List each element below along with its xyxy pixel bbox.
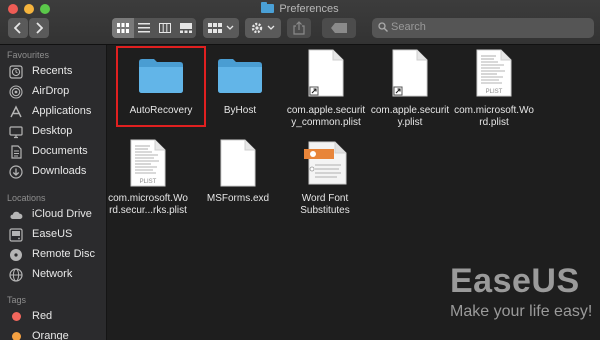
- action-menu-button[interactable]: [245, 18, 281, 38]
- share-icon: [293, 21, 305, 35]
- sidebar-item-label: AirDrop: [32, 85, 70, 97]
- file-name: com.microsoft.Wo rd.secur...rks.plist: [108, 193, 188, 216]
- sidebar-item-desktop[interactable]: Desktop: [7, 123, 105, 141]
- desktop-icon: [9, 126, 23, 139]
- cloud-icon: [10, 211, 23, 219]
- word-template-icon: [304, 141, 347, 185]
- group-by-button[interactable]: [203, 18, 239, 38]
- file-name: com.microsoft.Wo rd.plist: [454, 105, 534, 128]
- window-title-text: Preferences: [279, 3, 339, 15]
- alias-document-icon: [308, 49, 344, 97]
- disc-icon: [10, 249, 22, 261]
- watermark-brand: EaseUS: [450, 262, 580, 300]
- sidebar-item-label: Recents: [32, 65, 73, 77]
- gear-icon: [251, 22, 275, 34]
- column-view-button[interactable]: [154, 18, 176, 38]
- svg-text:PLIST: PLIST: [140, 179, 157, 185]
- sidebar-item-icloud-drive[interactable]: iCloud Drive: [7, 206, 105, 224]
- folder-icon: [261, 2, 275, 13]
- sidebar: Favourites Recents AirDrop Applications …: [0, 45, 107, 340]
- search-input[interactable]: Search: [372, 18, 594, 38]
- sidebar-item-easeus[interactable]: EaseUS: [7, 226, 105, 244]
- tag-icon: [331, 23, 347, 33]
- svg-text:PLIST: PLIST: [486, 89, 503, 95]
- globe-icon: [9, 268, 23, 282]
- hard-drive-icon: [9, 228, 23, 242]
- share-button[interactable]: [287, 18, 311, 38]
- chevron-left-icon: [14, 22, 21, 34]
- sidebar-item-label: iCloud Drive: [32, 208, 92, 220]
- sidebar-item-downloads[interactable]: Downloads: [7, 163, 105, 181]
- red-tag-dot-icon: [12, 312, 21, 321]
- list-icon: [138, 23, 150, 33]
- sidebar-item-applications[interactable]: Applications: [7, 103, 105, 121]
- favourites-header: Favourites: [7, 50, 50, 60]
- file-item-msforms-exd[interactable]: MSForms.exd: [188, 139, 288, 219]
- airdrop-icon: [9, 85, 23, 99]
- file-item-microsoft-word-security-plist[interactable]: PLIST com.microsoft.Wo rd.secur...rks.pli…: [98, 139, 198, 219]
- forward-button[interactable]: [29, 18, 49, 38]
- locations-header: Locations: [7, 193, 46, 203]
- group-grid-icon: [208, 23, 234, 33]
- clock-icon: [9, 65, 23, 79]
- file-item-microsoft-word-plist[interactable]: PLIST com.microsoft.Wo rd.plist: [444, 49, 544, 134]
- file-name: Word Font Substitutes: [300, 193, 350, 216]
- grid-icon: [117, 23, 129, 33]
- plist-document-icon: PLIST: [476, 49, 512, 97]
- sidebar-item-label: Network: [32, 268, 73, 280]
- document-icon: [11, 145, 22, 159]
- sidebar-item-network[interactable]: Network: [7, 266, 105, 284]
- sidebar-item-remote-disc[interactable]: Remote Disc: [7, 246, 105, 264]
- file-name: MSForms.exd: [206, 193, 270, 204]
- window-title: Preferences: [0, 2, 600, 15]
- file-name: ByHost: [223, 105, 257, 116]
- easeus-watermark: EaseUS Make your life easy!: [450, 262, 592, 320]
- sidebar-item-airdrop[interactable]: AirDrop: [7, 83, 105, 101]
- folder-icon: [218, 59, 262, 93]
- sidebar-item-label: Desktop: [32, 125, 73, 137]
- watermark-tagline: Make your life easy!: [450, 303, 593, 320]
- file-item-word-font-substitutes[interactable]: Word Font Substitutes: [275, 139, 375, 219]
- edit-tags-button[interactable]: [322, 18, 356, 38]
- tags-header: Tags: [7, 295, 27, 305]
- icon-view-button[interactable]: [112, 18, 134, 38]
- sidebar-item-label: Downloads: [32, 165, 87, 177]
- list-view-button[interactable]: [133, 18, 155, 38]
- columns-icon: [159, 23, 171, 33]
- orange-tag-dot-icon: [12, 332, 21, 340]
- search-icon: [378, 22, 388, 32]
- sidebar-item-label: Applications: [32, 105, 92, 117]
- sidebar-item-label: Orange: [32, 330, 69, 340]
- view-mode-control: [112, 18, 196, 38]
- back-button[interactable]: [8, 18, 28, 38]
- applications-icon: [10, 105, 22, 118]
- sidebar-item-label: Red: [32, 310, 53, 322]
- download-icon: [9, 165, 23, 179]
- toolbar: Preferences Search: [0, 0, 600, 45]
- sidebar-item-recents[interactable]: Recents: [7, 63, 105, 81]
- sidebar-item-label: Remote Disc: [32, 248, 95, 260]
- finder-window: Preferences Search Favourites Recents Ai…: [0, 0, 600, 340]
- alias-document-icon: [392, 49, 428, 97]
- sidebar-item-tag-red[interactable]: Red: [7, 308, 105, 326]
- gallery-view-button[interactable]: [175, 18, 197, 38]
- sidebar-item-documents[interactable]: Documents: [7, 143, 105, 161]
- sidebar-item-label: EaseUS: [32, 228, 73, 240]
- chevron-right-icon: [36, 22, 43, 34]
- plist-document-icon: PLIST: [130, 139, 166, 187]
- document-icon: [220, 139, 256, 187]
- file-item-byhost[interactable]: ByHost: [190, 54, 290, 124]
- gallery-icon: [180, 23, 192, 33]
- sidebar-item-label: Documents: [32, 145, 88, 157]
- search-placeholder: Search: [391, 21, 426, 33]
- sidebar-item-tag-orange[interactable]: Orange: [7, 328, 105, 340]
